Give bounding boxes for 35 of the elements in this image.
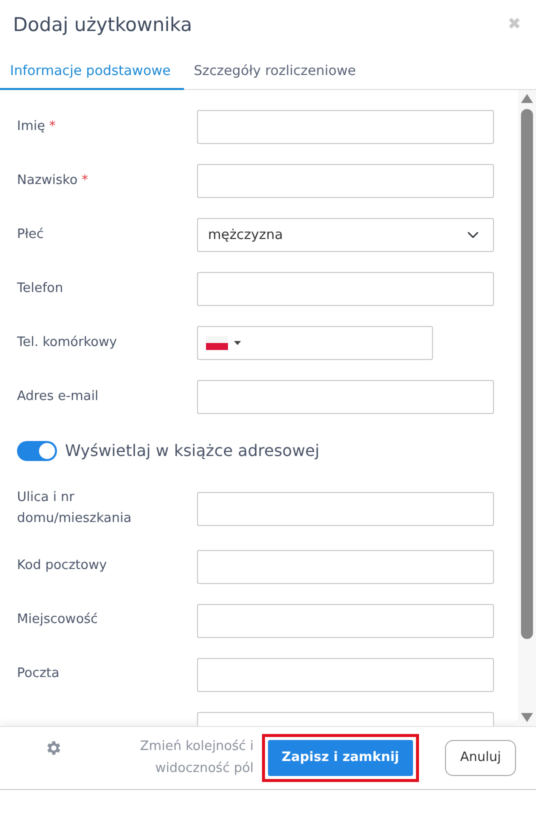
save-button[interactable]: Zapisz i zamknij [268, 740, 414, 776]
field-label: Telefon [17, 280, 64, 296]
input-field[interactable] [197, 380, 494, 414]
select-field[interactable]: mężczyzna [197, 218, 494, 252]
field-label: Tel. komórkowy [17, 334, 117, 350]
required-mark: * [49, 118, 56, 134]
input-field[interactable] [197, 164, 494, 198]
field-label: Miejscowość [17, 612, 98, 628]
scrollbar[interactable] [518, 90, 536, 726]
tab[interactable]: Szczegóły rozliczeniowe [184, 55, 366, 90]
required-mark: * [82, 172, 88, 188]
input-field[interactable] [197, 110, 494, 144]
scroll-up-icon[interactable] [521, 94, 533, 103]
input-field[interactable] [197, 550, 494, 584]
input-field[interactable] [197, 272, 494, 306]
tab[interactable]: Informacje podstawowe [0, 55, 184, 90]
flag-icon[interactable] [206, 336, 228, 350]
field-label: Poczta [17, 666, 60, 682]
dialog-title: Dodaj użytkownika [13, 14, 192, 37]
input-field[interactable] [197, 492, 494, 526]
field-label: Nazwisko [17, 172, 78, 188]
field-label: Płeć [17, 226, 44, 242]
toggle-switch[interactable] [17, 441, 57, 461]
field-label: Ulica i nr domu/mieszkania [17, 490, 132, 526]
input-field[interactable] [197, 604, 494, 638]
cancel-button[interactable]: Anuluj [445, 740, 516, 776]
field-label: Adres e-mail [17, 388, 98, 404]
input-field[interactable] [197, 658, 494, 692]
field-label: Imię [17, 118, 46, 134]
settings-link[interactable]: Zmień kolejność i widoczność pól [68, 736, 254, 780]
phone-field[interactable] [197, 326, 433, 360]
toggle-label: Wyświetlaj w książce adresowej [65, 440, 320, 462]
caret-icon[interactable] [234, 341, 241, 345]
field-label: Kod pocztowy [17, 558, 107, 574]
scroll-down-icon[interactable] [521, 713, 533, 722]
